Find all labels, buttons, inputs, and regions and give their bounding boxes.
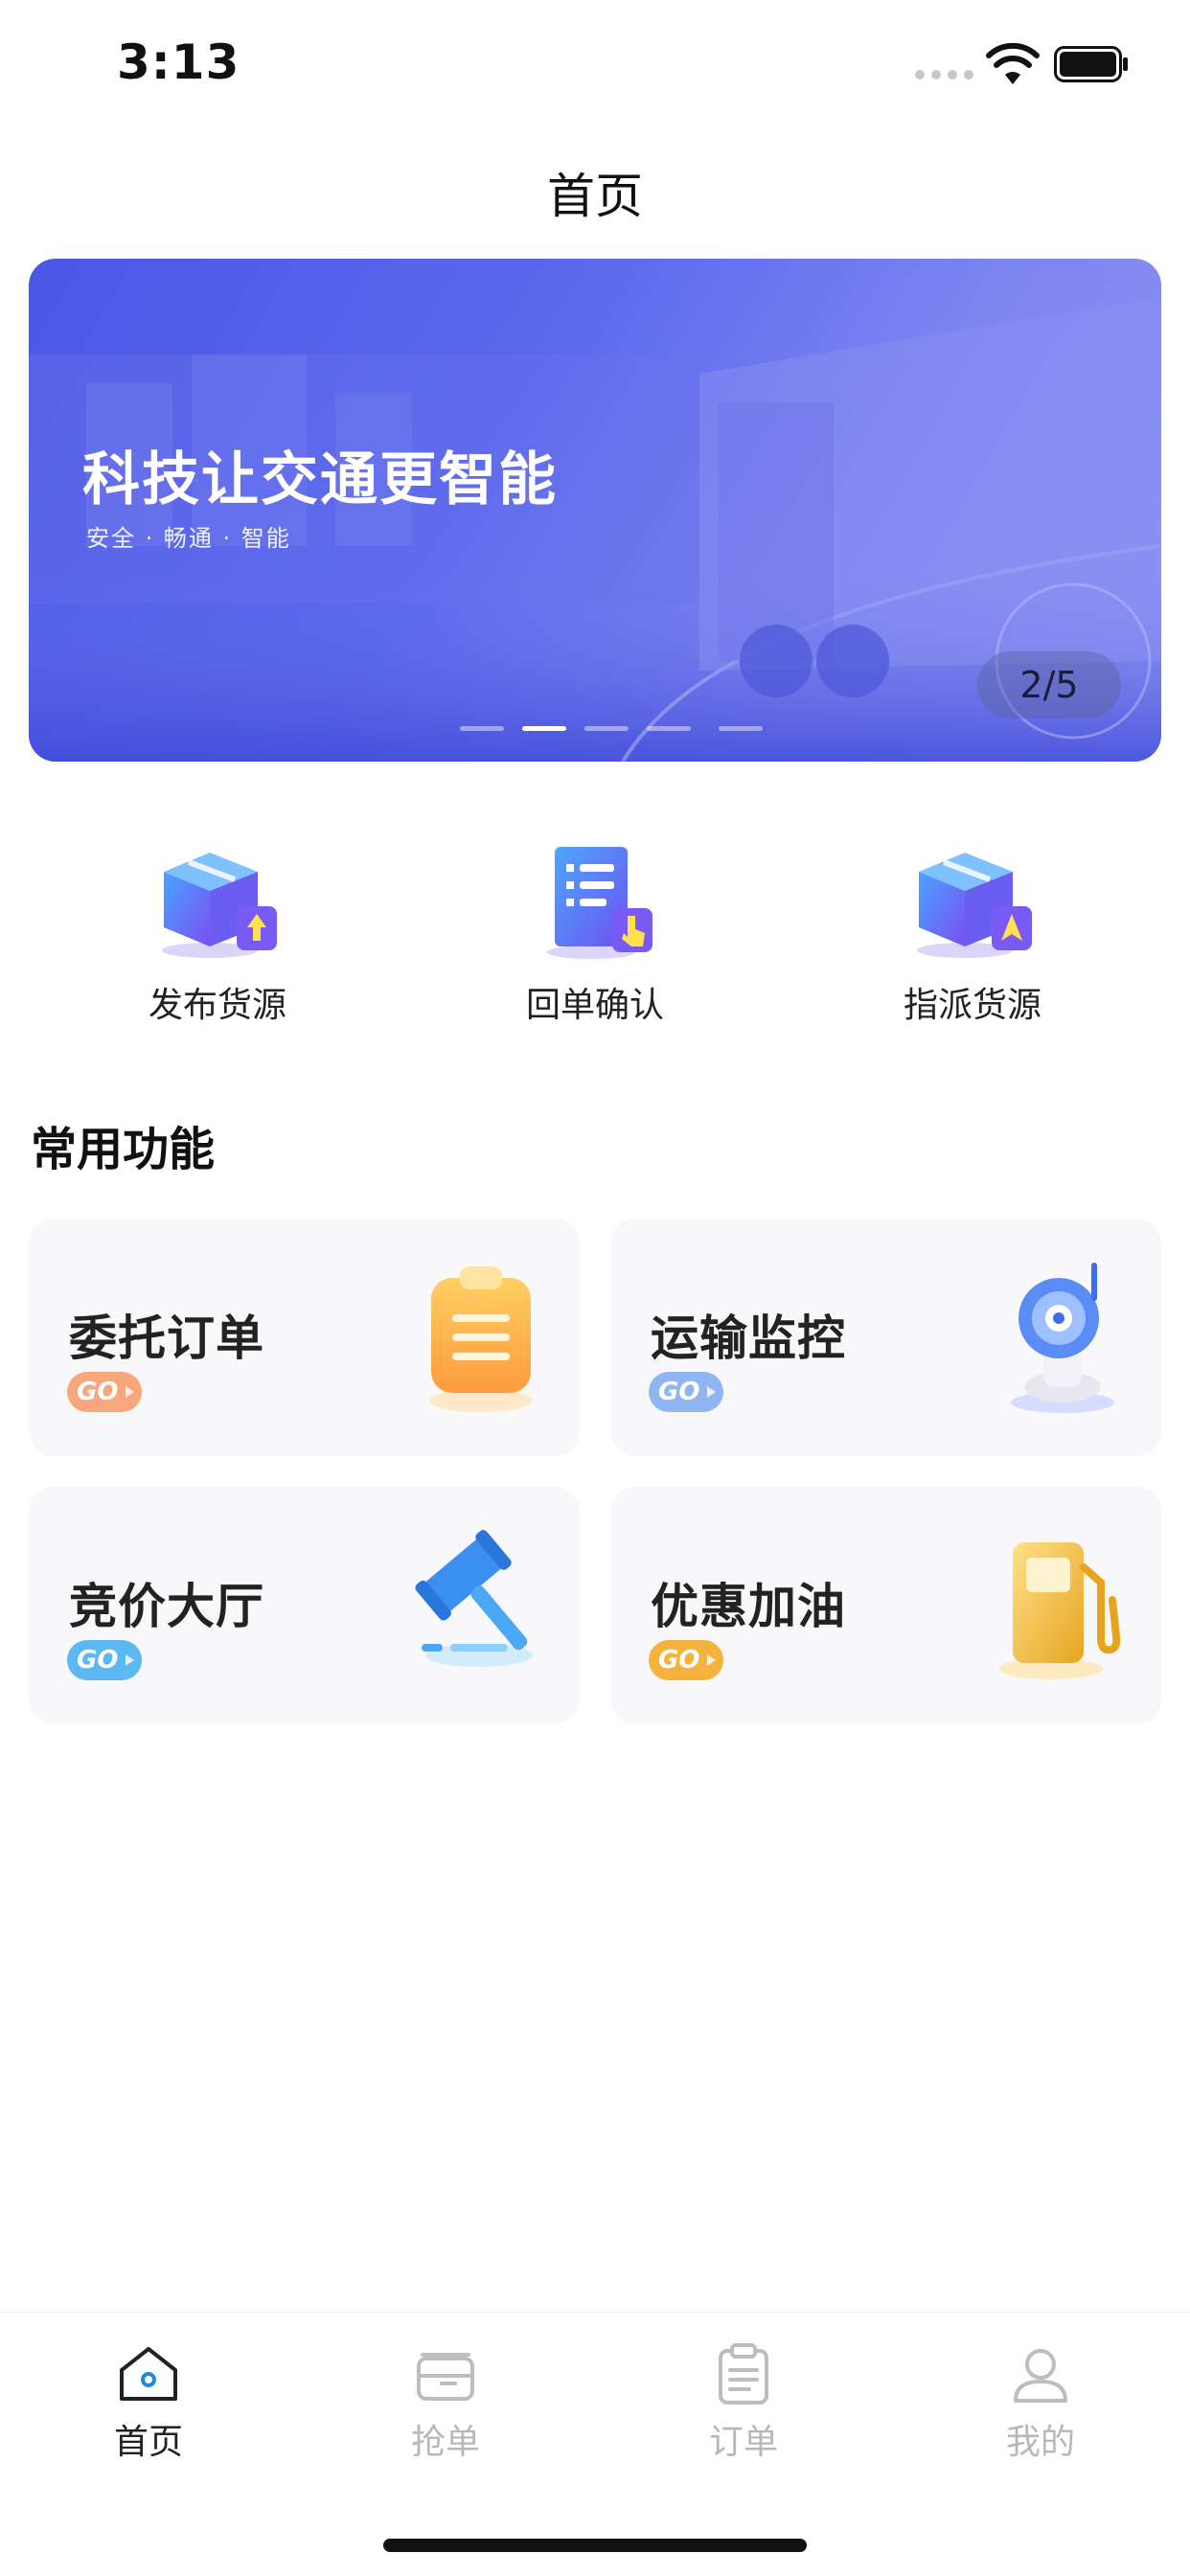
page-title: 首页 bbox=[547, 169, 643, 224]
quick-action-label: 发布货源 bbox=[148, 986, 286, 1025]
signal-icon bbox=[915, 70, 973, 80]
pagination-dot-active[interactable] bbox=[522, 726, 566, 731]
tab-label: 我的 bbox=[1005, 2423, 1075, 2462]
go-button[interactable]: GO bbox=[67, 1372, 142, 1412]
banner-subtitle: 安全 · 畅通 · 智能 bbox=[86, 525, 291, 552]
pagination-dot[interactable] bbox=[460, 726, 504, 731]
feature-card-title: 优惠加油 bbox=[651, 1579, 846, 1634]
tab-bar: 首页 抢单 订单 我的 bbox=[0, 2312, 1190, 2576]
quick-action-label: 指派货源 bbox=[903, 986, 1041, 1025]
feature-card-entrust-orders[interactable]: 委托订单 GO bbox=[29, 1219, 580, 1456]
wifi-icon bbox=[986, 42, 1040, 84]
grab-order-icon bbox=[417, 2353, 474, 2401]
pagination-dot[interactable] bbox=[719, 726, 763, 731]
orders-icon bbox=[719, 2343, 768, 2405]
status-bar: 3:13 bbox=[0, 0, 1190, 134]
feature-card-title: 委托订单 bbox=[69, 1311, 264, 1366]
receipt-confirm-icon bbox=[547, 847, 652, 959]
status-time: 3:13 bbox=[117, 34, 240, 90]
fuel-pump-icon bbox=[999, 1542, 1121, 1679]
clipboard-icon bbox=[429, 1266, 533, 1412]
quick-action-label: 回单确认 bbox=[525, 986, 664, 1025]
feature-card-fuel-discount[interactable]: 优惠加油 GO bbox=[610, 1487, 1161, 1724]
home-icon bbox=[120, 2347, 177, 2401]
gavel-icon bbox=[415, 1530, 533, 1667]
banner-pagination bbox=[29, 726, 1161, 734]
battery-icon bbox=[1054, 46, 1128, 82]
profile-icon bbox=[1014, 2349, 1067, 2403]
banner-carousel[interactable]: 科技让交通更智能 安全 · 畅通 · 智能 2/5 bbox=[29, 259, 1161, 762]
feature-card-transport-monitor[interactable]: 运输监控 GO bbox=[610, 1219, 1161, 1456]
go-button[interactable]: GO bbox=[649, 1372, 723, 1412]
publish-cargo-icon bbox=[162, 853, 277, 958]
tab-home[interactable]: 首页 bbox=[53, 2341, 244, 2462]
section-title: 常用功能 bbox=[31, 1123, 216, 1176]
feature-card-title: 运输监控 bbox=[651, 1311, 846, 1366]
pagination-dot[interactable] bbox=[584, 726, 629, 731]
quick-action-assign-cargo[interactable]: 指派货源 bbox=[848, 833, 1097, 1025]
tab-grab-order[interactable]: 抢单 bbox=[350, 2341, 541, 2462]
feature-card-bidding-hall[interactable]: 竞价大厅 GO bbox=[29, 1487, 580, 1724]
quick-action-publish-cargo[interactable]: 发布货源 bbox=[93, 833, 342, 1025]
banner-title: 科技让交通更智能 bbox=[82, 446, 558, 513]
quick-action-receipt-confirm[interactable]: 回单确认 bbox=[470, 833, 720, 1025]
assign-cargo-icon bbox=[917, 853, 1032, 958]
tab-label: 首页 bbox=[113, 2423, 183, 2462]
go-button[interactable]: GO bbox=[67, 1640, 142, 1680]
go-button[interactable]: GO bbox=[649, 1640, 723, 1680]
tab-orders[interactable]: 订单 bbox=[648, 2341, 839, 2462]
camera-icon bbox=[1011, 1263, 1114, 1413]
tab-label: 订单 bbox=[708, 2423, 778, 2462]
home-indicator[interactable] bbox=[383, 2539, 807, 2552]
pagination-dot[interactable] bbox=[647, 726, 691, 731]
tab-profile[interactable]: 我的 bbox=[945, 2341, 1136, 2462]
banner-page-counter: 2/5 bbox=[977, 651, 1121, 718]
feature-card-title: 竞价大厅 bbox=[69, 1579, 264, 1634]
tab-label: 抢单 bbox=[410, 2423, 480, 2462]
